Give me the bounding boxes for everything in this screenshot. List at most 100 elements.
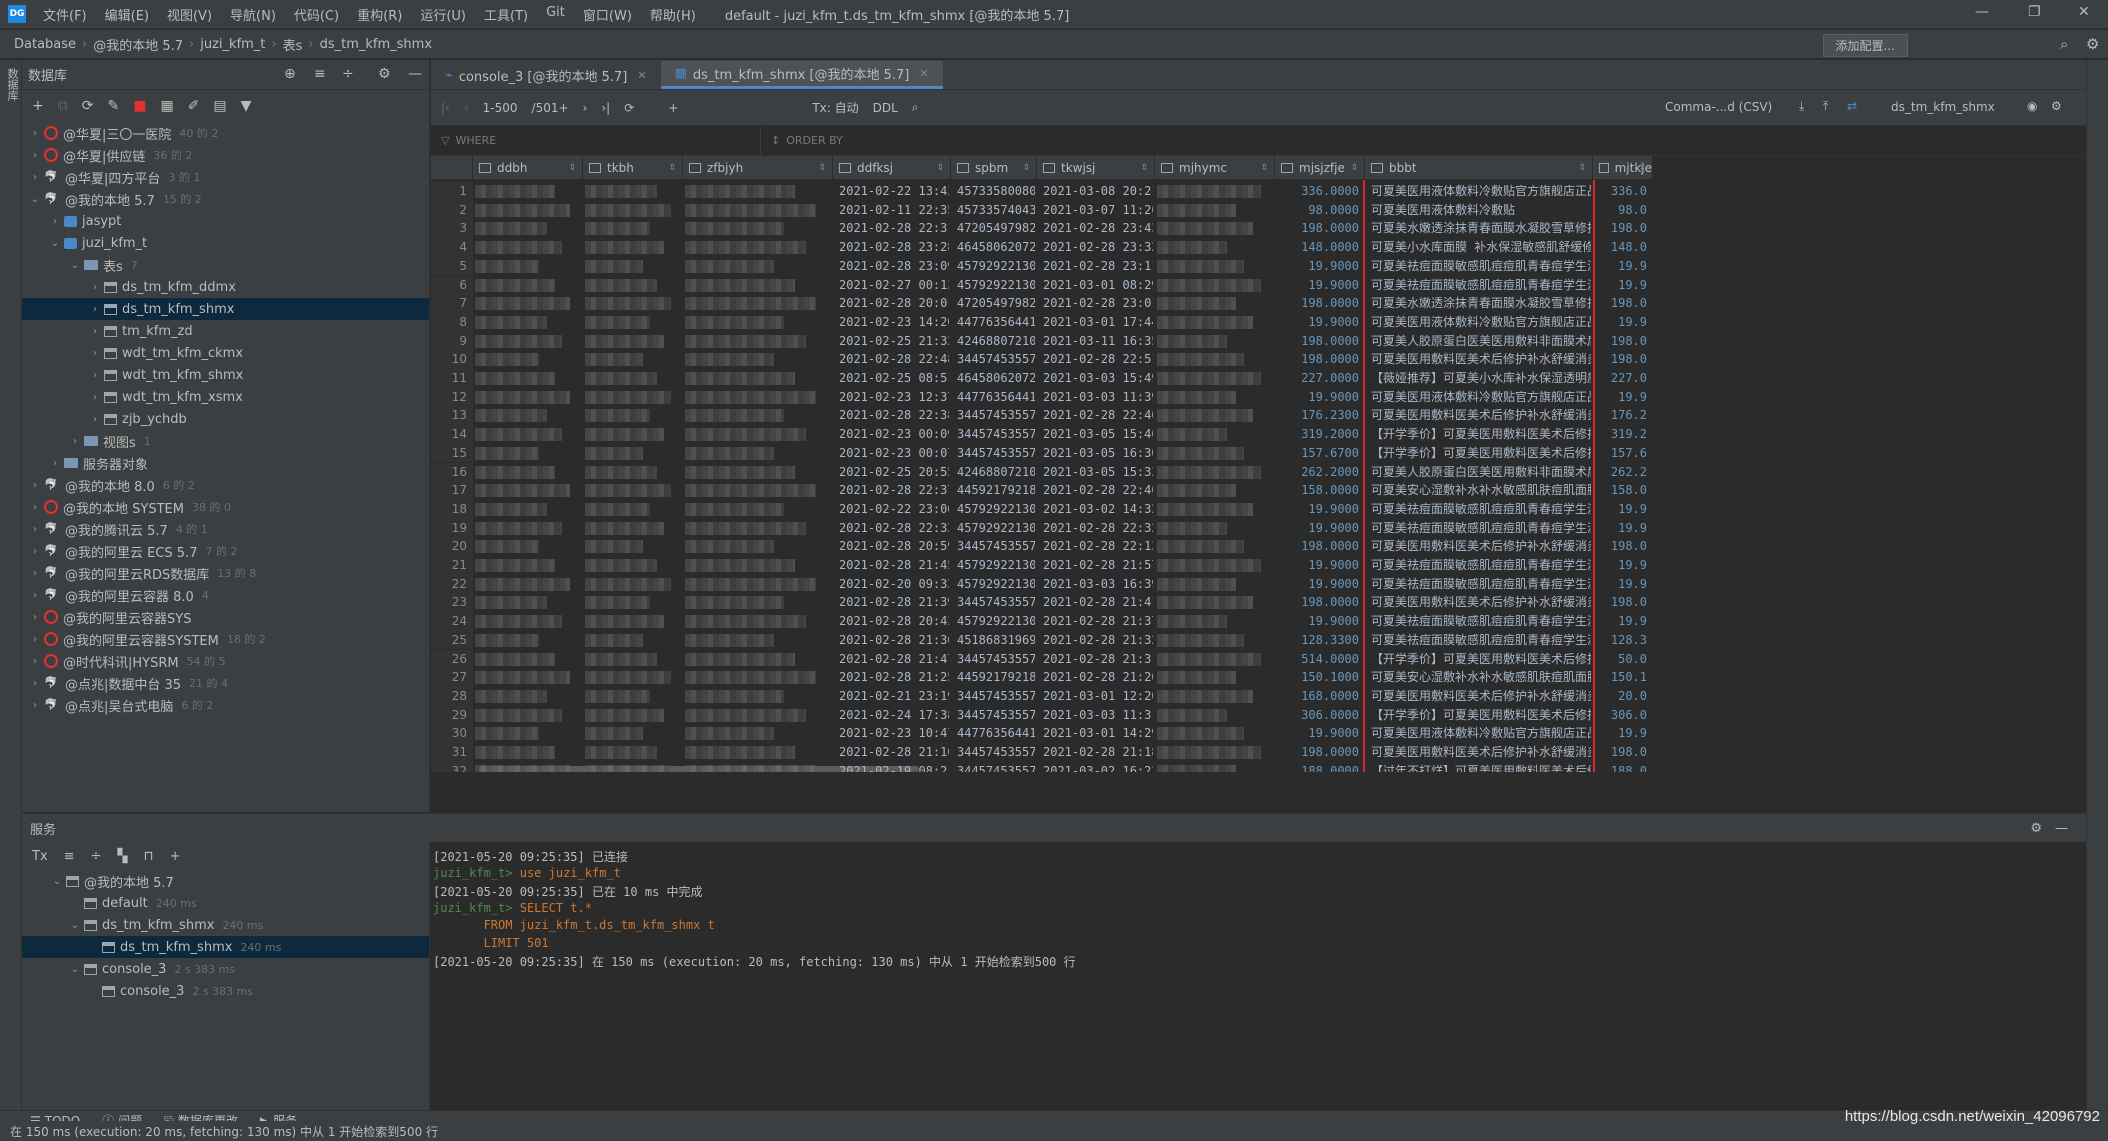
table-cell[interactable]: 148.0 (1595, 238, 1651, 257)
row-number[interactable]: 28 (431, 686, 473, 706)
chevron-right-icon[interactable]: › (48, 458, 62, 469)
table-cell[interactable]: 可夏美祛痘面膜敏感肌痘痘肌青春痘学生淡化痘印 (1367, 500, 1591, 519)
table-cell[interactable]: 2021-02-22 23:06:44 (835, 500, 949, 519)
redacted-cell[interactable] (1157, 689, 1253, 703)
row-number[interactable]: 20 (431, 537, 473, 556)
table-cell[interactable]: 2021-03-03 11:39:46 (1039, 388, 1153, 407)
table-cell[interactable]: 2021-02-19 08:21:27 (835, 762, 949, 772)
table-cell[interactable]: 可夏美祛痘面膜敏感肌痘痘肌青春痘学生淡化痘印 (1367, 276, 1591, 295)
redacted-cell[interactable] (685, 203, 816, 217)
redacted-cell[interactable] (475, 241, 562, 255)
table-cell[interactable]: 227.0 (1595, 369, 1651, 388)
table-cell[interactable]: 2021-02-28 22:31:29 (835, 219, 949, 238)
table-cell[interactable]: 2021-02-28 22:37:54 (835, 481, 949, 500)
redacted-cell[interactable] (1157, 615, 1227, 629)
table-cell[interactable]: 4579292213041 (953, 575, 1035, 594)
menu-item[interactable]: 帮助(H) (641, 5, 705, 24)
filter-icon[interactable]: ▼ (241, 98, 252, 114)
chevron-down-icon[interactable]: ⌄ (48, 238, 62, 249)
table-cell[interactable]: 198.0000 (1277, 743, 1363, 762)
table-cell[interactable]: 可夏美医用敷料医美术后修护补水舒缓消炎敏感 (1367, 406, 1591, 425)
table-cell[interactable]: 188.0000 (1277, 762, 1363, 772)
table-cell[interactable]: 【开学季价】可夏美医用敷料医美术后修护补水 (1367, 706, 1591, 725)
column-header-ddfksj[interactable]: ddfksj ⇕ (833, 156, 951, 180)
table-cell[interactable]: 20.0 (1595, 687, 1651, 706)
table-cell[interactable]: 2021-02-28 21:32:15 (1039, 631, 1153, 650)
redacted-cell[interactable] (685, 446, 774, 460)
table-cell[interactable]: 2021-02-28 23:11:26 (1039, 257, 1153, 276)
table-cell[interactable]: 2021-02-24 17:38:31 (835, 706, 949, 725)
breadcrumb-item[interactable]: Database (10, 37, 80, 52)
tx-icon[interactable]: Tx (32, 849, 48, 864)
row-number[interactable]: 14 (431, 425, 473, 444)
add-row-icon[interactable]: + (668, 101, 678, 115)
console-icon[interactable]: ▤ (213, 98, 226, 114)
tree-item[interactable]: › @我的本地 SYSTEM 38 的 0 (22, 496, 429, 518)
redacted-cell[interactable] (585, 764, 671, 772)
redacted-cell[interactable] (585, 278, 657, 292)
table-cell[interactable]: 19.9000 (1277, 276, 1363, 295)
redacted-cell[interactable] (585, 652, 657, 666)
table-cell[interactable]: 2021-02-23 10:47:56 (835, 724, 949, 743)
chevron-right-icon[interactable]: › (48, 216, 62, 227)
row-number[interactable]: 24 (431, 612, 473, 631)
export-format-select[interactable]: Comma-...d (CSV) (1665, 100, 1772, 114)
redacted-cell[interactable] (685, 615, 806, 629)
sort-icon[interactable]: ⇕ (1022, 163, 1030, 173)
sort-icon[interactable]: ⇕ (668, 163, 676, 173)
redacted-cell[interactable] (585, 727, 643, 741)
table-cell[interactable]: 2021-02-23 12:37:22 (835, 388, 949, 407)
redacted-cell[interactable] (585, 446, 643, 460)
redacted-cell[interactable] (685, 353, 774, 367)
table-cell[interactable]: 150.1 (1595, 668, 1651, 687)
breadcrumb-item[interactable]: 表s (279, 35, 307, 54)
redacted-cell[interactable] (475, 297, 570, 311)
table-cell[interactable]: 可夏美人胶原蛋白医美医用敷料非面膜术后修护 (1367, 463, 1591, 482)
table-cell[interactable]: 4579292213041 (953, 556, 1035, 575)
chevron-right-icon[interactable]: › (88, 304, 102, 315)
redacted-cell[interactable] (685, 372, 795, 385)
chevron-right-icon[interactable]: › (28, 678, 42, 689)
table-cell[interactable]: 198.0000 (1277, 219, 1363, 238)
table-cell[interactable]: 3445745355707 (953, 762, 1035, 772)
table-cell[interactable]: 2021-02-11 22:35:22 (835, 201, 949, 220)
tree-item[interactable]: › 🐬 @我的阿里云容器 8.0 4 (22, 584, 429, 606)
row-number[interactable]: 29 (431, 705, 473, 725)
table-cell[interactable]: 2021-03-07 11:26:02 (1039, 201, 1153, 220)
table-cell[interactable]: 2021-02-25 20:55:24 (835, 463, 949, 482)
column-header-tkbh[interactable]: tkbh ⇕ (583, 156, 683, 180)
column-header-mjtkje[interactable]: mjtkje ⇕ (1593, 156, 1653, 180)
service-item[interactable]: ⌄ ds_tm_kfm_shmx 240 ms (22, 914, 429, 936)
menu-item[interactable]: 重构(R) (348, 5, 411, 24)
table-cell[interactable]: 198.0000 (1277, 537, 1363, 556)
redacted-cell[interactable] (1157, 521, 1227, 535)
gear-icon[interactable]: ⚙ (2051, 99, 2062, 113)
sort-icon[interactable]: ⇕ (568, 163, 576, 173)
table-cell[interactable]: 19.9 (1595, 519, 1651, 538)
table-cell[interactable]: 可夏美人胶原蛋白医美医用敷料非面膜术后修护 (1367, 332, 1591, 351)
table-cell[interactable]: 198.0000 (1277, 593, 1363, 612)
redacted-cell[interactable] (585, 409, 650, 423)
tree-item[interactable]: › @华夏|三〇一医院 40 的 2 (22, 122, 429, 144)
table-cell[interactable]: 2021-02-23 00:09:57 (835, 425, 949, 444)
redacted-cell[interactable] (685, 390, 816, 404)
menu-item[interactable]: 代码(C) (285, 5, 348, 24)
table-cell[interactable]: 4720549798296 (953, 294, 1035, 313)
table-cell[interactable]: 2021-02-22 13:43:08 (835, 182, 949, 201)
table-cell[interactable]: 19.9000 (1277, 575, 1363, 594)
redacted-cell[interactable] (585, 222, 650, 236)
table-cell[interactable]: 19.9000 (1277, 388, 1363, 407)
table-cell[interactable]: 2021-02-28 22:13:13 (1039, 537, 1153, 556)
chevron-right-icon[interactable]: › (88, 370, 102, 381)
table-cell[interactable]: 2021-02-28 20:43:21 (835, 612, 949, 631)
row-number[interactable]: 18 (431, 499, 473, 519)
chevron-right-icon[interactable]: › (88, 326, 102, 337)
table-cell[interactable]: 2021-02-28 21:57:00 (1039, 556, 1153, 575)
redacted-cell[interactable] (1157, 596, 1253, 610)
table-cell[interactable]: 19.9000 (1277, 500, 1363, 519)
redacted-cell[interactable] (475, 185, 555, 198)
table-cell[interactable]: 4720549798296 (953, 219, 1035, 238)
service-item[interactable]: default 240 ms (22, 892, 429, 914)
tree-item[interactable]: › 🐬 @华夏|四方平台 3 的 1 (22, 166, 429, 188)
table-cell[interactable]: 98.0000 (1277, 201, 1363, 220)
